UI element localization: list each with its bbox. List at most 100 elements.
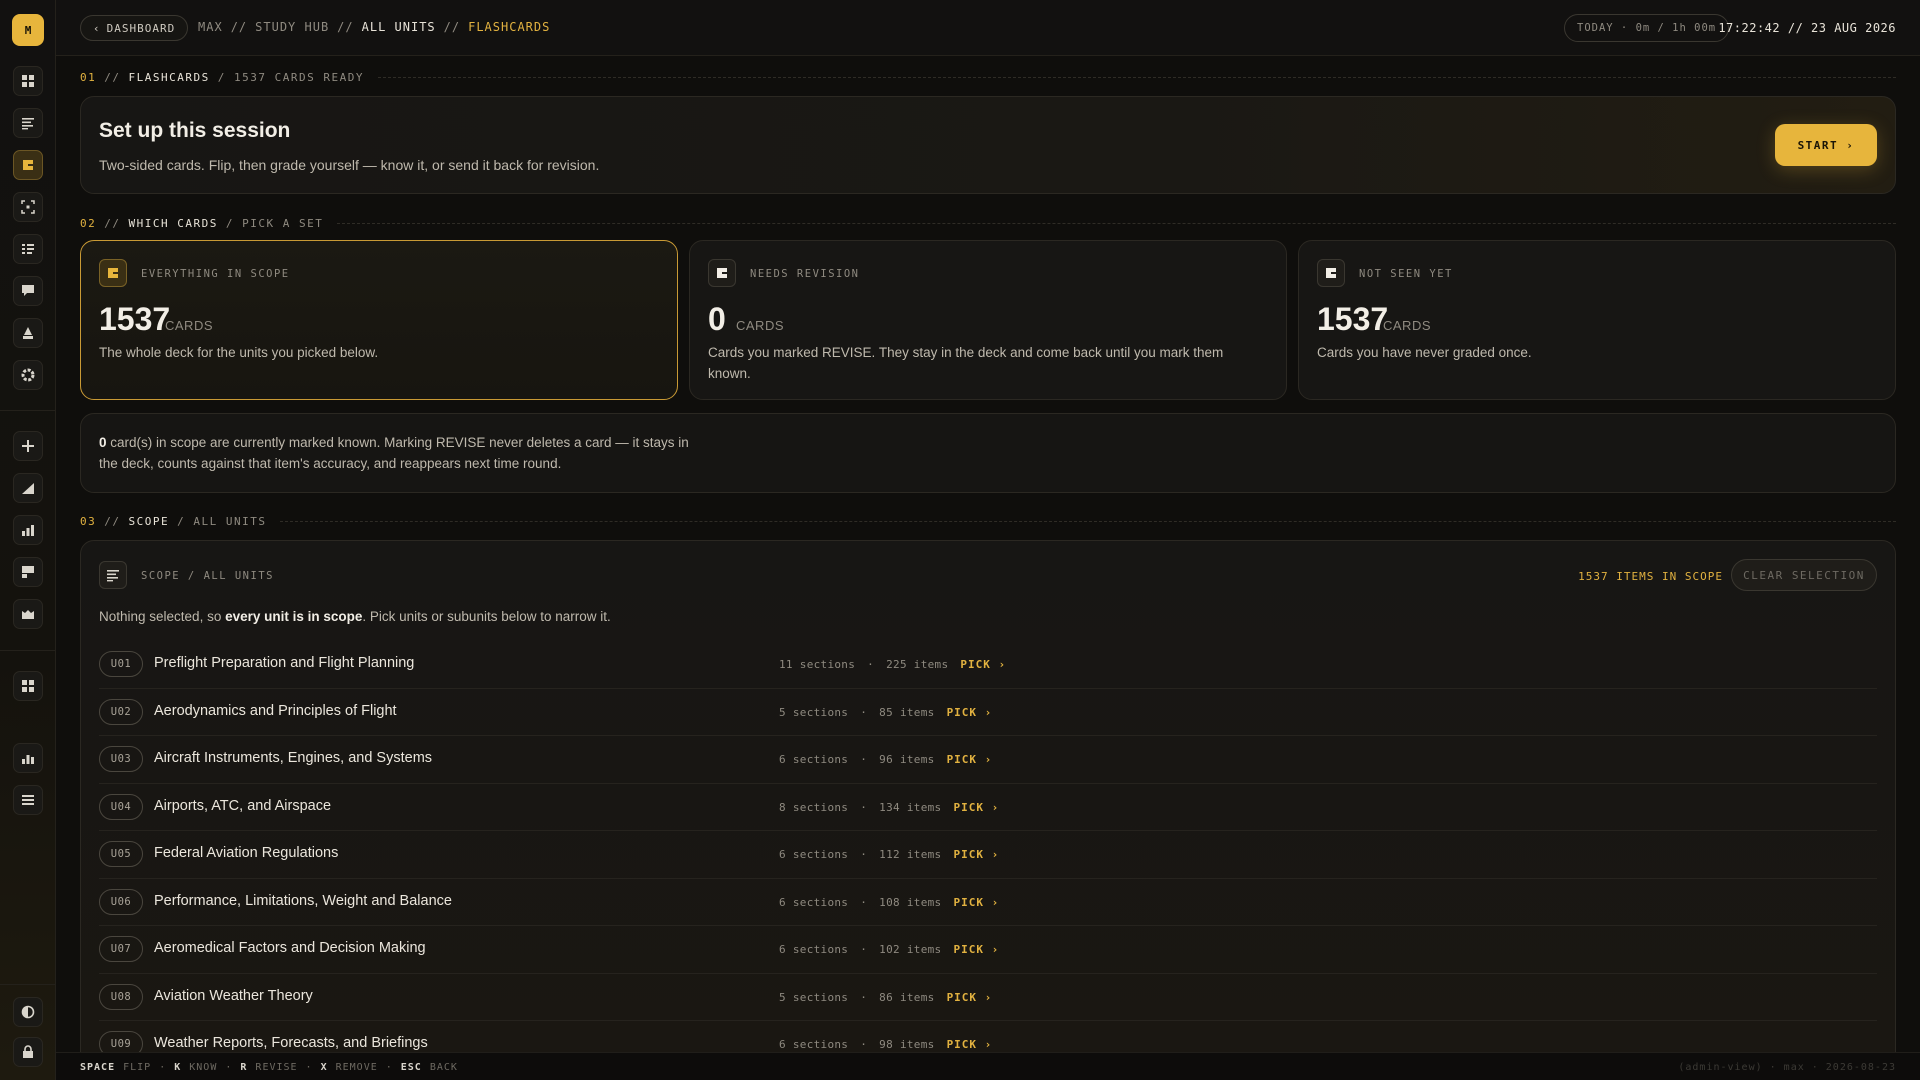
sidebar-divider [0,650,56,651]
pick-button[interactable]: PICK › [947,1038,993,1051]
unit-meta: 6 sections · 98 items PICK › [779,1038,992,1051]
flashcards-icon [708,259,736,287]
note-body: card(s) in scope are currently marked kn… [99,435,689,471]
dashboard-icon[interactable] [13,66,43,96]
clock: 17:22:42 // 23 AUG 2026 [1718,21,1896,35]
flashcards-icon[interactable] [13,150,43,180]
back-to-dashboard-button[interactable]: ‹ DASHBOARD [80,15,189,41]
shortcut-action: FLIP [123,1062,152,1073]
unit-name: Federal Aviation Regulations [154,845,339,861]
grid-icon[interactable] [13,671,43,701]
sidebar-divider [0,984,56,985]
unit-sections: 5 sections [779,990,849,1004]
unit-code: U02 [99,698,143,725]
analytics-icon[interactable] [13,743,43,773]
option-label: NEEDS REVISION [750,268,860,280]
unit-sections: 6 sections [779,943,849,956]
keyboard-shortcuts-bar: SPACE FLIP · K KNOW · R REVISE · X REMOVE · ESC B… [56,1052,1920,1080]
unit-sections: 6 sections [779,848,849,861]
unit-row[interactable]: U03 Aircraft Instruments, Engines, and S… [99,736,1877,784]
library-icon[interactable] [13,599,43,629]
shortcut-key: R [240,1062,248,1073]
section-rule [280,520,1896,522]
unit-items: 108 items [879,895,942,909]
pick-button[interactable]: PICK › [947,991,993,1004]
unit-code: U06 [99,888,143,915]
session-setup-card: Set up this session Two-sided cards. Fli… [80,96,1896,194]
unit-name: Airports, ATC, and Airspace [154,797,332,814]
pick-button[interactable]: PICK › [953,801,999,814]
pick-button[interactable]: PICK › [953,943,999,956]
known-cards-note: 0 card(s) in scope are currently marked … [80,413,1896,493]
checklist-icon[interactable] [13,234,43,264]
menu-icon[interactable] [13,785,43,815]
unit-sections: 8 sections [779,800,849,814]
option-label: NOT SEEN YET [1359,268,1453,280]
unit-row[interactable]: U04 Airports, ATC, and Airspace 8 sectio… [99,784,1877,831]
contrast-icon[interactable] [13,997,43,1027]
section-rule [337,222,1896,224]
lock-icon[interactable] [13,1037,43,1067]
unit-name: Aircraft Instruments, Engines, and Syste… [154,750,433,766]
section-header-scope: 03 // SCOPE / ALL UNITS [80,514,1896,528]
breadcrumb-study-hub[interactable]: STUDY HUB [255,20,329,34]
unit-items: 96 items [879,753,935,766]
shortcut-action: KNOW [189,1062,218,1073]
clear-selection-button[interactable]: CLEAR SELECTION [1731,559,1877,591]
breadcrumb-separator: // [337,20,354,34]
pick-button[interactable]: PICK › [947,753,993,766]
section-header-flashcards: 01 // FLASHCARDS / 1537 CARDS READY [80,70,1896,84]
unit-row[interactable]: U02 Aerodynamics and Principles of Fligh… [99,689,1877,736]
pick-button[interactable]: PICK › [960,658,1006,671]
unit-row[interactable]: U07 Aeromedical Factors and Decision Mak… [99,926,1877,974]
shortcut-key: SPACE [80,1062,116,1073]
unit-name: Aerodynamics and Principles of Flight [154,702,397,719]
settings-icon[interactable] [13,360,43,390]
list-icon[interactable] [13,108,43,138]
option-needs-revision[interactable]: NEEDS REVISION 0 CARDS Cards you marked … [689,240,1287,400]
unit-sections: 11 sections [779,658,856,671]
meta-dot: · [867,658,875,671]
add-icon[interactable] [13,431,43,461]
unit-sections: 6 sections [779,753,849,766]
exam-icon[interactable] [13,318,43,348]
unit-sections: 5 sections [779,705,849,719]
chat-icon[interactable] [13,276,43,306]
focus-icon[interactable] [13,192,43,222]
option-description: Cards you marked REVISE. They stay in th… [708,345,1224,381]
scope-label: SCOPE / ALL UNITS [141,570,274,582]
progress-icon[interactable] [13,473,43,503]
option-description: The whole deck for the units you picked … [99,345,379,360]
unit-row[interactable]: U01 Preflight Preparation and Flight Pla… [99,641,1877,689]
pick-button[interactable]: PICK › [953,848,999,861]
start-button[interactable]: START › [1775,124,1877,166]
breadcrumb-all-units[interactable]: ALL UNITS [362,20,436,34]
setup-subtitle: Two-sided cards. Flip, then grade yourse… [99,157,600,173]
hint-emphasis: every unit is in scope [225,609,363,624]
unit-row[interactable]: U06 Performance, Limitations, Weight and… [99,879,1877,926]
shortcut-dot: · [305,1062,313,1073]
flashcards-icon [99,259,127,287]
option-everything-in-scope[interactable]: EVERYTHING IN SCOPE 1537 CARDS The whole… [80,240,678,400]
section-subtitle: / 1537 CARDS READY [217,70,364,84]
option-not-seen-yet[interactable]: NOT SEEN YET 1537 CARDS Cards you have n… [1298,240,1896,400]
unit-row[interactable]: U05 Federal Aviation Regulations 6 secti… [99,831,1877,879]
app-logo[interactable]: M [12,14,44,46]
breadcrumb-separator: // [443,20,461,34]
notes-icon[interactable] [13,557,43,587]
option-description: Cards you have never graded once. [1317,345,1532,360]
unit-name: Performance, Limitations, Weight and Bal… [154,892,452,909]
shortcut-action: REMOVE [335,1062,378,1073]
shortcut-key: K [174,1062,182,1073]
unit-code: U03 [99,746,143,772]
stats-icon[interactable] [13,515,43,545]
footer-info: (admin-view) · max · 2026-08-23 [1678,1062,1896,1073]
pick-button[interactable]: PICK › [947,706,993,719]
unit-row[interactable]: U08 Aviation Weather Theory 5 sections · 8… [99,974,1877,1021]
unit-code: U01 [99,651,143,677]
unit-meta: 6 sections · 112 items PICK › [779,848,999,861]
pick-button[interactable]: PICK › [953,896,999,909]
sidebar: M [0,0,56,1080]
unit-meta: 5 sections · 86 items PICK › [779,991,992,1004]
breadcrumb-user[interactable]: MAX [198,20,223,34]
